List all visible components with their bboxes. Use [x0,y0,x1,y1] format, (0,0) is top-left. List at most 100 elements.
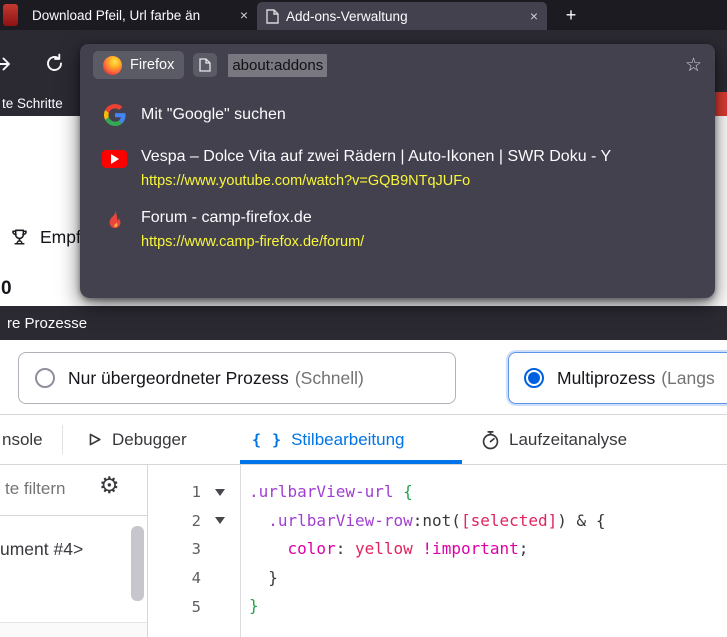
urlbar-selected-text[interactable]: about:addons [228,54,327,77]
fold-arrow-icon[interactable] [201,517,239,524]
gutter-row: 2 [149,507,240,536]
radio-label: Multiprozess [557,368,655,389]
code-token: ) [557,511,567,530]
reload-button-icon[interactable] [44,53,65,74]
sidebar-scrollbar[interactable] [131,526,144,601]
page-favicon-icon [266,9,279,24]
toolbar-separator [62,425,63,454]
code-line[interactable]: .urlbarView-row:not([selected]) & { [249,507,727,536]
browser-window: Download Pfeil, Url farbe än × Add-ons-V… [0,0,727,637]
code-token: & [567,511,596,530]
tab-console[interactable]: nsole [2,415,43,464]
tab-label: Stilbearbeitung [291,430,404,450]
tab-label: Add-ons-Verwaltung [286,9,524,24]
trophy-icon [8,226,31,249]
tab-download-pfeil[interactable]: Download Pfeil, Url farbe än × [23,0,257,30]
filter-row: te filtern ⚙ [0,465,147,516]
stylesheet-filter-input[interactable]: te filtern [5,479,97,499]
tab-label: Download Pfeil, Url farbe än [32,8,234,23]
suggestion-url: https://www.camp-firefox.de/forum/ [141,234,364,250]
suggestion-title: Vespa – Dolce Vita auf zwei Rädern | Aut… [141,148,611,166]
code-token: color [288,539,336,558]
style-editor-sidebar: te filtern ⚙ ument #4> [0,465,148,637]
devtools-toolbar: nsole Debugger { } Stilbearbeitung Laufz… [0,414,727,465]
process-chooser: Nur übergeordneter Prozess (Schnell) Mul… [0,340,727,414]
gear-icon[interactable]: ⚙ [99,474,120,497]
suggestion-list: Mit "Google" suchen Vespa – Dolce Vita a… [80,92,715,260]
line-number: 3 [149,540,201,558]
code-token [249,511,268,530]
gutter-row: 4 [149,564,240,593]
tab-label: Debugger [112,430,187,450]
style-editor-code[interactable]: .urlbarView-url { .urlbarView-row:not([s… [242,465,727,637]
flame-icon [101,209,128,233]
gutter-row: 3 [149,535,240,564]
urlbar[interactable]: Firefox about:addons ☆ [80,44,715,86]
code-token: :not( [413,511,461,530]
line-number: 2 [149,512,201,530]
bookmark-item[interactable]: te Schritte [2,96,63,111]
code-token: { [596,511,606,530]
radio-unchecked-icon[interactable] [35,368,55,388]
firefox-app-icon[interactable] [3,4,18,26]
code-token: { [403,482,413,501]
debugger-icon [86,431,103,448]
line-number: 1 [149,483,201,501]
search-mode-label: Firefox [130,57,174,73]
radio-option-parent-process[interactable]: Nur übergeordneter Prozess (Schnell) [18,352,456,404]
code-token: .urlbarView-url [249,482,394,501]
tab-debugger[interactable]: Debugger [86,415,187,464]
code-line[interactable]: } [249,564,727,593]
sidebar-item-recommendations[interactable]: Empf [8,226,81,249]
red-element-partial [713,92,727,116]
bookmark-star-icon[interactable]: ☆ [685,56,702,75]
code-token [394,482,404,501]
new-tab-button[interactable]: + [557,1,585,29]
radio-hint: (Langs [661,368,715,389]
tab-addons-verwaltung[interactable]: Add-ons-Verwaltung × [257,2,547,30]
process-title-label: re Prozesse [7,315,87,332]
radio-hint: (Schnell) [295,368,364,389]
code-line[interactable]: } [249,592,727,621]
google-icon [101,104,128,126]
code-line[interactable]: .urlbarView-url { [249,478,727,507]
code-token: : [336,539,346,558]
suggestion-youtube[interactable]: Vespa – Dolce Vita auf zwei Rädern | Aut… [80,138,715,199]
code-token: .urlbarView-row [268,511,413,530]
firefox-logo-icon [103,56,122,75]
suggestion-title: Mit "Google" suchen [141,106,286,124]
active-tab-underline [240,460,462,464]
code-token: [selected] [461,511,557,530]
braces-icon: { } [252,431,282,449]
code-token: !important [422,539,518,558]
process-title-bar: re Prozesse [0,306,727,340]
tab-performance[interactable]: Laufzeitanalyse [481,415,627,464]
gutter-row: 1 [149,478,240,507]
suggestion-title: Forum - camp-firefox.de [141,209,364,227]
tab-style-editor[interactable]: { } Stilbearbeitung [252,415,405,464]
forward-button-icon[interactable] [0,54,14,74]
suggestion-camp-firefox[interactable]: Forum - camp-firefox.de https://www.camp… [80,199,715,260]
partial-number: 0 [1,278,12,300]
code-token: } [249,596,259,615]
fold-arrow-icon[interactable] [201,489,239,496]
radio-label: Nur übergeordneter Prozess [68,368,289,389]
urlbar-dropdown-panel: Firefox about:addons ☆ Mit "Google [80,44,715,298]
suggestion-url: https://www.youtube.com/watch?v=GQB9NTqJ… [141,173,611,189]
stopwatch-icon [481,430,500,450]
close-tab-icon[interactable]: × [240,7,248,23]
code-line[interactable]: color: yellow !important; [249,535,727,564]
search-mode-chip[interactable]: Firefox [93,51,184,79]
suggestion-search-google[interactable]: Mit "Google" suchen [80,92,715,138]
close-tab-icon[interactable]: × [530,8,538,24]
page-icon [193,53,217,77]
radio-checked-icon[interactable] [524,368,544,388]
code-token [345,539,355,558]
line-number: 4 [149,569,201,587]
stylesheet-list-item[interactable]: ument #4> [0,539,83,560]
editor-gutter: 1 2 3 4 5 [149,465,241,637]
code-token: yellow [355,539,413,558]
code-token: ; [519,539,529,558]
code-token: } [249,568,278,587]
radio-option-multiprocess[interactable]: Multiprozess (Langs [508,352,727,404]
